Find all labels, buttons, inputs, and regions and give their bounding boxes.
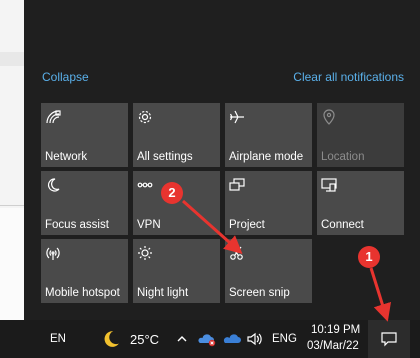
tile-screen-snip-label: Screen snip <box>229 287 290 299</box>
taskbar: EN 25°C ENG 10:19 PM 03/Mar/22 <box>0 320 420 358</box>
network-icon <box>45 109 61 125</box>
weather-moon-icon[interactable] <box>102 330 120 353</box>
tile-focus-assist-label: Focus assist <box>45 219 109 231</box>
tile-all-settings-label: All settings <box>137 151 193 163</box>
tile-vpn-label: VPN <box>137 219 161 231</box>
tile-connect[interactable]: Connect <box>317 171 404 235</box>
gear-icon <box>137 109 153 125</box>
airplane-icon <box>229 109 245 125</box>
background-window-divider <box>0 205 24 206</box>
clock-date[interactable]: 03/Mar/22 <box>307 340 359 352</box>
project-icon <box>229 177 245 193</box>
location-icon <box>321 109 337 125</box>
temperature[interactable]: 25°C <box>130 332 159 347</box>
tile-mobile-hotspot[interactable]: Mobile hotspot <box>41 239 128 303</box>
scissors-icon <box>229 245 245 261</box>
tile-night-light[interactable]: Night light <box>133 239 220 303</box>
sun-icon <box>137 245 153 261</box>
tile-connect-label: Connect <box>321 219 364 231</box>
background-window <box>0 0 24 320</box>
background-window-strip <box>0 52 24 66</box>
annotation-badge-2: 2 <box>161 182 183 204</box>
vpn-icon <box>137 177 153 193</box>
chevron-up-icon[interactable] <box>176 332 188 350</box>
tile-location-label: Location <box>321 151 365 163</box>
hotspot-icon <box>45 245 61 261</box>
collapse-link[interactable]: Collapse <box>42 70 89 84</box>
notification-icon <box>381 331 397 352</box>
annotation-badge-1: 1 <box>358 246 380 268</box>
tile-network-label: Network <box>45 151 88 163</box>
clock-time[interactable]: 10:19 PM <box>311 324 360 336</box>
tile-all-settings[interactable]: All settings <box>133 103 220 167</box>
volume-icon[interactable] <box>246 331 264 352</box>
action-center-button[interactable] <box>368 320 410 358</box>
background-window-panel <box>0 208 24 320</box>
tile-focus-assist[interactable]: Focus assist <box>41 171 128 235</box>
tile-location[interactable]: Location <box>317 103 404 167</box>
input-language[interactable]: ENG <box>272 333 297 345</box>
tile-network[interactable]: Network <box>41 103 128 167</box>
tile-project-label: Project <box>229 219 265 231</box>
tile-screen-snip[interactable]: Screen snip <box>225 239 312 303</box>
tile-airplane-mode[interactable]: Airplane mode <box>225 103 312 167</box>
connect-icon <box>321 177 337 193</box>
tile-project[interactable]: Project <box>225 171 312 235</box>
onedrive-icon[interactable] <box>222 331 242 352</box>
tile-night-light-label: Night light <box>137 287 189 299</box>
clear-all-notifications-link[interactable]: Clear all notifications <box>293 70 404 84</box>
onedrive-error-icon[interactable] <box>197 331 217 352</box>
moon-icon <box>45 177 61 193</box>
tile-mobile-hotspot-label: Mobile hotspot <box>45 287 120 299</box>
language-indicator[interactable]: EN <box>50 333 66 345</box>
tile-airplane-mode-label: Airplane mode <box>229 151 304 163</box>
